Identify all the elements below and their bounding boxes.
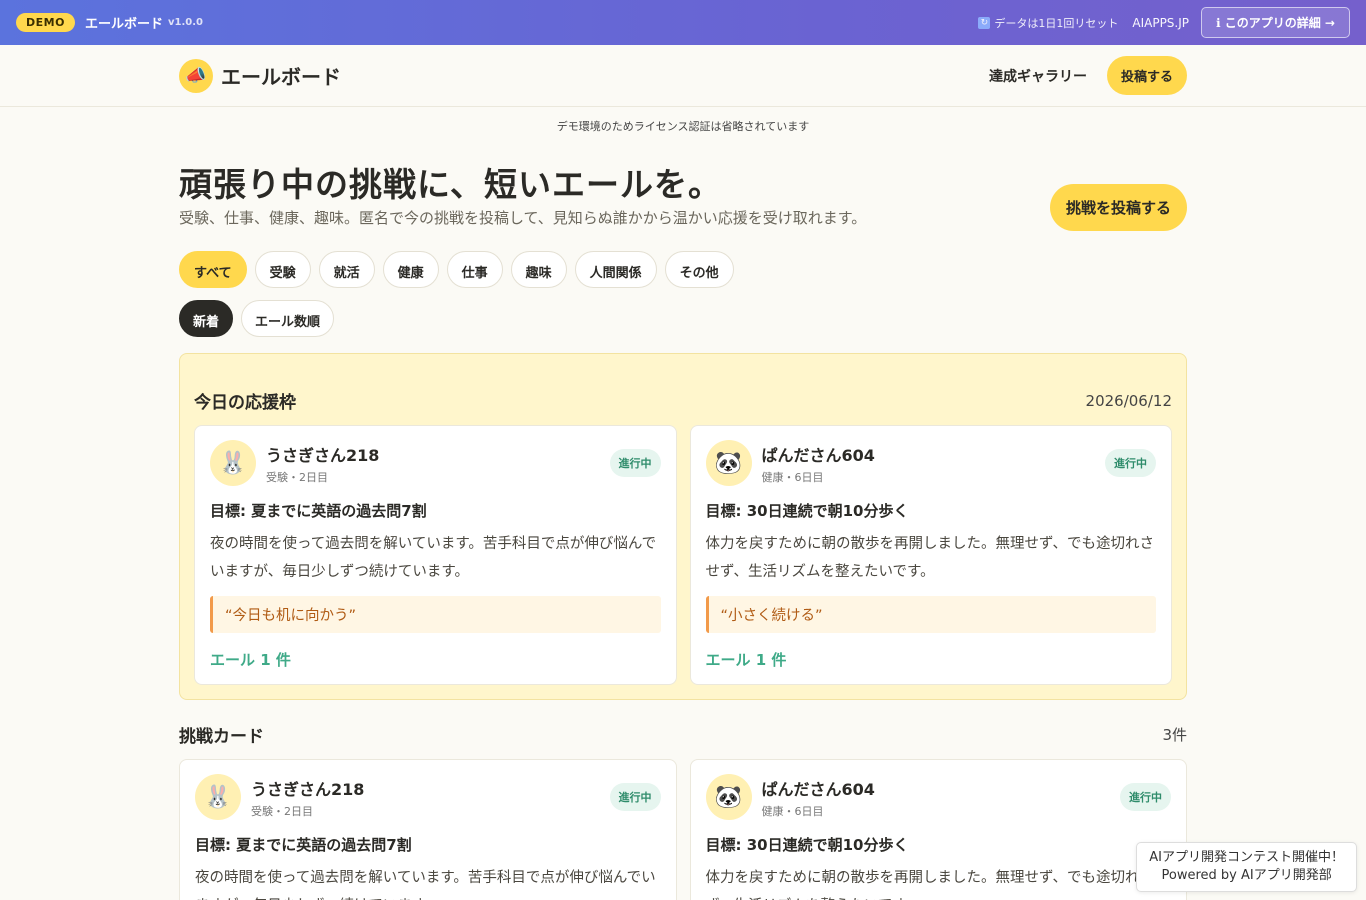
contest-line-1: AIアプリ開発コンテスト開催中！: [1149, 850, 1344, 865]
contest-line-2: Powered by AIアプリ開発部: [1161, 868, 1332, 883]
challenge-body: 体力を戻すために朝の散歩を再開しました。無理せず、でも途切れさせず、生活リズムを…: [705, 536, 1154, 580]
demo-badge: DEMO: [16, 13, 75, 32]
post-button[interactable]: 投稿する: [1106, 56, 1187, 95]
hero: 頑張り中の挑戦に、短いエールを。 受験、仕事、健康、趣味。匿名で今の挑戦を投稿し…: [179, 161, 1187, 231]
sort-options: 新着 エール数順: [179, 300, 1187, 337]
user-meta: 受験・2日目: [266, 470, 328, 484]
ale-count-button[interactable]: エール 1 件: [706, 649, 1157, 670]
today-support-section: 今日の応援枠 2026/06/12 🐰 うさぎさん218 受験・2日目 進行中 …: [179, 353, 1187, 700]
status-badge: 進行中: [1105, 449, 1156, 477]
hero-title: 頑張り中の挑戦に、短いエールを。: [179, 164, 723, 204]
site-header: 📣 エールボード 達成ギャラリー 投稿する: [0, 45, 1366, 107]
panda-avatar-icon: 🐼: [705, 774, 752, 820]
user-name: うさぎさん218: [251, 779, 365, 799]
user-name: うさぎさん218: [266, 445, 380, 465]
ale-count-button[interactable]: エール 1 件: [210, 649, 661, 670]
goal-text: 目標: 夏までに英語の過去問7割: [210, 502, 427, 520]
status-badge: 進行中: [1120, 783, 1171, 811]
challenges-title: 挑戦カード: [179, 727, 264, 747]
sort-newest[interactable]: 新着: [179, 300, 234, 337]
category-chip-work[interactable]: 仕事: [446, 251, 503, 288]
goal-text: 目標: 30日連続で朝10分歩く: [705, 836, 909, 854]
app-details-button[interactable]: ℹ このアプリの詳細 →: [1201, 7, 1350, 38]
challenge-card[interactable]: 🐰 うさぎさん218 受験・2日目 進行中 目標: 夏までに英語の過去問7割 夜…: [179, 759, 677, 900]
user-meta: 健康・6日目: [761, 470, 824, 484]
category-chip-other[interactable]: その他: [664, 251, 734, 288]
ale-quote: “小さく続ける”: [705, 596, 1156, 633]
challenge-card[interactable]: 🐼 ぱんださん604 健康・6日目 進行中 目標: 30日連続で朝10分歩く 体…: [689, 425, 1172, 685]
category-chip-job-hunting[interactable]: 就活: [318, 251, 375, 288]
category-chip-hobby[interactable]: 趣味: [510, 251, 567, 288]
megaphone-icon: 📣: [179, 58, 213, 93]
rabbit-avatar-icon: 🐰: [210, 440, 256, 486]
sort-most-ale[interactable]: エール数順: [241, 300, 335, 337]
user-meta: 受験・2日目: [251, 804, 313, 818]
demo-bar: DEMO エールボード v1.0.0 ↻ データは1日1回リセット AIAPPS…: [0, 0, 1366, 45]
license-note: デモ環境のためライセンス認証は省略されています: [556, 120, 810, 133]
reset-note-text: データは1日1回リセット: [994, 16, 1119, 30]
category-chip-health[interactable]: 健康: [382, 251, 439, 288]
demo-version: v1.0.0: [167, 17, 203, 28]
aiapps-link[interactable]: AIAPPS.JP: [1132, 16, 1189, 30]
goal-text: 目標: 夏までに英語の過去問7割: [195, 836, 412, 854]
today-date: 2026/06/12: [1085, 391, 1172, 410]
challenges-count: 3件: [1162, 726, 1187, 744]
challenge-body: 夜の時間を使って過去問を解いています。苦手科目で点が伸び悩んでいますが、毎日少し…: [210, 536, 657, 580]
user-name: ぱんださん604: [761, 779, 875, 799]
status-badge: 進行中: [609, 783, 661, 811]
today-title: 今日の応援枠: [194, 393, 296, 413]
goal-text: 目標: 30日連続で朝10分歩く: [705, 502, 909, 520]
category-chip-relationships[interactable]: 人間関係: [574, 251, 657, 288]
challenge-body: 体力を戻すために朝の散歩を再開しました。無理せず、でも途切れさせず、生活リズムを…: [705, 870, 1169, 900]
status-badge: 進行中: [609, 449, 661, 477]
reset-note: ↻ データは1日1回リセット: [978, 15, 1118, 31]
challenge-card[interactable]: 🐼 ぱんださん604 健康・6日目 進行中 目標: 30日連続で朝10分歩く 体…: [689, 759, 1187, 900]
rabbit-avatar-icon: 🐰: [195, 774, 241, 820]
challenge-list: 🐰 うさぎさん218 受験・2日目 進行中 目標: 夏までに英語の過去問7割 夜…: [179, 759, 1187, 900]
category-chip-all[interactable]: すべて: [179, 251, 247, 288]
ale-quote: “今日も机に向かう”: [210, 596, 661, 633]
contest-banner[interactable]: AIアプリ開発コンテスト開催中！ Powered by AIアプリ開発部: [1136, 842, 1357, 892]
site-logo[interactable]: エールボード: [221, 61, 341, 90]
panda-avatar-icon: 🐼: [705, 440, 752, 486]
category-chip-exam[interactable]: 受験: [254, 251, 311, 288]
category-filters: すべて 受験 就活 健康 仕事 趣味 人間関係 その他: [179, 251, 1187, 288]
challenge-card[interactable]: 🐰 うさぎさん218 受験・2日目 進行中 目標: 夏までに英語の過去問7割 夜…: [194, 425, 677, 685]
challenge-body: 夜の時間を使って過去問を解いています。苦手科目で点が伸び悩んでいますが、毎日少し…: [195, 870, 656, 900]
post-challenge-button[interactable]: 挑戦を投稿する: [1049, 183, 1187, 231]
hero-subtitle: 受験、仕事、健康、趣味。匿名で今の挑戦を投稿して、見知らぬ誰かから温かい応援を受…: [179, 208, 867, 227]
demo-app-title: エールボード: [84, 17, 163, 32]
user-name: ぱんださん604: [761, 445, 875, 465]
user-meta: 健康・6日目: [761, 804, 824, 818]
refresh-icon: ↻: [978, 16, 991, 29]
gallery-link[interactable]: 達成ギャラリー: [989, 66, 1087, 86]
